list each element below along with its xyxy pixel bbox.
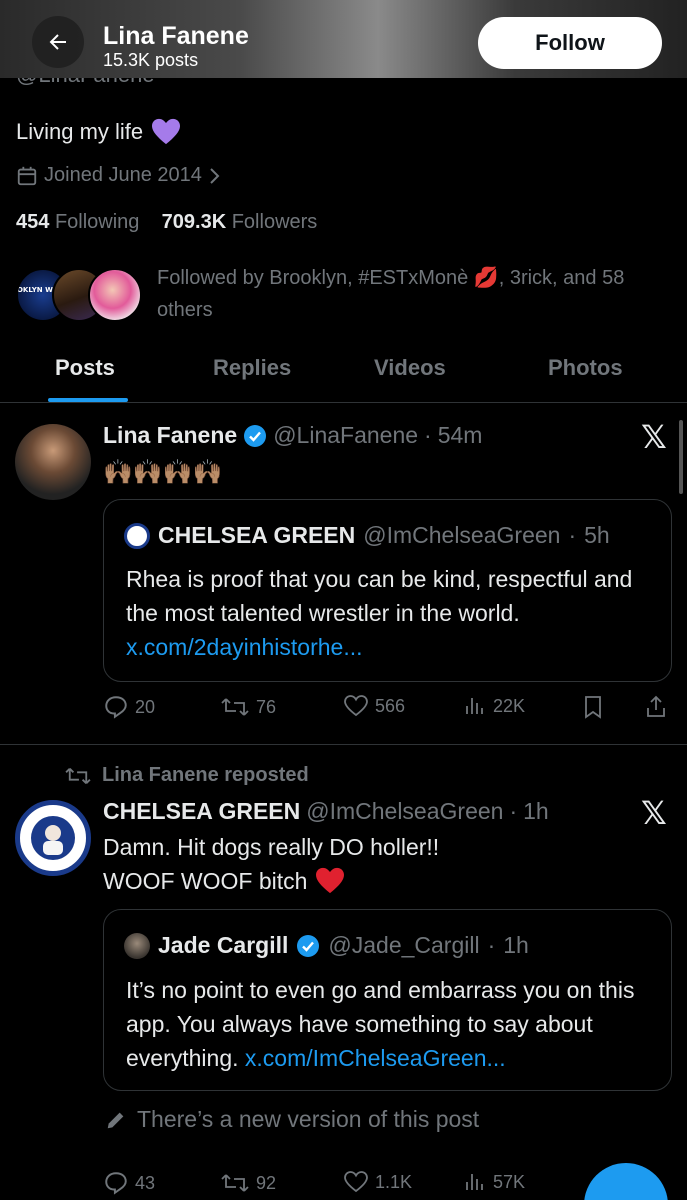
- chevron-right-icon[interactable]: [208, 166, 222, 186]
- header-posts-count: 15.3K posts: [103, 50, 199, 70]
- profile-bio: Living my life: [16, 118, 181, 146]
- followers-stat[interactable]: 709.3K Followers: [162, 211, 318, 233]
- quote-link[interactable]: x.com/ImChelseaGreen...: [245, 1045, 506, 1071]
- back-button[interactable]: [32, 16, 84, 68]
- quote-link[interactable]: x.com/2dayinhistorhe...: [126, 634, 363, 660]
- red-heart-emoji: [316, 867, 345, 894]
- post-time[interactable]: 54m: [438, 422, 483, 449]
- verified-badge-icon: [244, 424, 267, 447]
- active-tab-indicator: [48, 398, 128, 402]
- quote-header: Jade Cargill @Jade_Cargill · 1h: [124, 932, 529, 959]
- quote-text: Rhea is proof that you can be kind, resp…: [126, 566, 633, 626]
- followed-by-text[interactable]: Followed by Brooklyn, #ESTxMonè 💋, 3rick…: [157, 262, 677, 326]
- post-text: Damn. Hit dogs really DO holler!! WOOF W…: [103, 830, 439, 898]
- tab-replies[interactable]: Replies: [213, 355, 291, 381]
- follow-button[interactable]: Follow: [478, 17, 662, 69]
- share-button[interactable]: [644, 694, 668, 720]
- repost-icon: [221, 1174, 249, 1192]
- scrollbar[interactable]: [679, 420, 683, 494]
- like-icon: [344, 1171, 368, 1193]
- x-logo-icon: 𝕏: [641, 794, 667, 832]
- avatar[interactable]: [15, 424, 91, 500]
- following-stat[interactable]: 454 Following: [16, 211, 139, 233]
- x-logo-icon: 𝕏: [641, 418, 667, 456]
- back-arrow-icon: [49, 34, 66, 50]
- profile-tabs: Posts Replies Videos Photos: [0, 345, 687, 403]
- reposted-by-text: Lina Fanene reposted: [102, 764, 309, 786]
- reply-button[interactable]: 43: [103, 1170, 155, 1196]
- jade-avatar-small: [124, 932, 150, 959]
- quoted-post[interactable]: CHELSEA GREEN @ImChelseaGreen · 5h Rhea …: [103, 499, 672, 682]
- reply-icon: [105, 1172, 127, 1195]
- reply-button[interactable]: 20: [103, 694, 155, 720]
- chelsea-avatar-small: [124, 522, 150, 549]
- tab-photos[interactable]: Photos: [548, 355, 623, 381]
- like-icon: [344, 695, 368, 717]
- views-button[interactable]: 22K: [463, 694, 525, 718]
- joined-text: Joined June 2014: [44, 164, 202, 186]
- followed-by-avatars[interactable]: BROOKLYN WRESTLIN: [16, 268, 142, 322]
- author-handle[interactable]: @ImChelseaGreen: [306, 798, 503, 825]
- new-version-text: There’s a new version of this post: [137, 1106, 480, 1132]
- like-button[interactable]: 566: [343, 694, 405, 718]
- post-header: CHELSEA GREEN @ImChelseaGreen · 1h: [103, 798, 549, 825]
- quote-time: 5h: [584, 522, 610, 548]
- views-icon: [466, 1174, 483, 1190]
- author-name[interactable]: CHELSEA GREEN: [103, 798, 300, 825]
- header-profile-name: Lina Fanene: [103, 22, 249, 50]
- tab-videos[interactable]: Videos: [374, 355, 446, 381]
- new-version-notice[interactable]: There’s a new version of this post: [105, 1106, 479, 1133]
- joined-date-row: Joined June 2014: [16, 164, 222, 187]
- repost-icon: [65, 767, 91, 784]
- quoted-post[interactable]: Jade Cargill @Jade_Cargill · 1h It’s no …: [103, 909, 672, 1091]
- quote-author-name: CHELSEA GREEN: [158, 522, 356, 548]
- views-button[interactable]: 57K: [463, 1170, 525, 1194]
- avatar-3rick: [88, 268, 142, 322]
- views-icon: [466, 698, 483, 714]
- repost-indicator[interactable]: Lina Fanene reposted: [64, 764, 309, 787]
- follow-stats: 454 Following 709.3K Followers: [16, 211, 317, 234]
- compose-post-button[interactable]: [584, 1163, 668, 1200]
- pencil-icon: [107, 1112, 124, 1128]
- quote-author-handle: @ImChelseaGreen: [363, 522, 561, 548]
- quote-header: CHELSEA GREEN @ImChelseaGreen · 5h: [124, 522, 610, 549]
- quote-body: It’s no point to even go and embarrass y…: [126, 973, 656, 1075]
- post-time[interactable]: 1h: [523, 798, 549, 825]
- chelsea-green-logo: [31, 816, 75, 860]
- like-button[interactable]: 1.1K: [343, 1170, 412, 1194]
- quote-time: 1h: [503, 932, 529, 958]
- author-name[interactable]: Lina Fanene: [103, 422, 237, 449]
- quote-body: Rhea is proof that you can be kind, resp…: [126, 562, 656, 664]
- repost-icon: [221, 698, 249, 716]
- reply-icon: [105, 696, 127, 719]
- post-text: 🙌🏽🙌🏽🙌🏽🙌🏽: [103, 459, 223, 486]
- post-text-line-2: WOOF WOOF bitch: [103, 868, 308, 894]
- bookmark-icon: [585, 696, 601, 719]
- calendar-icon: [17, 166, 37, 185]
- bookmark-button[interactable]: [581, 694, 605, 720]
- quote-author-name: Jade Cargill: [158, 932, 289, 958]
- purple-heart-emoji: [152, 118, 181, 145]
- post-header: Lina Fanene @LinaFanene · 54m: [103, 422, 483, 449]
- quote-author-handle: @Jade_Cargill: [328, 932, 480, 958]
- repost-button[interactable]: 92: [220, 1170, 276, 1196]
- post-text-line-1: Damn. Hit dogs really DO holler!!: [103, 834, 440, 860]
- tab-posts[interactable]: Posts: [55, 355, 115, 381]
- post-actions: 20 76 566 22K: [103, 694, 673, 724]
- repost-button[interactable]: 76: [220, 694, 276, 720]
- share-icon: [647, 695, 665, 717]
- author-handle[interactable]: @LinaFanene: [273, 422, 418, 449]
- avatar[interactable]: [15, 800, 91, 876]
- post-divider: [0, 744, 687, 745]
- verified-badge-icon: [297, 934, 320, 957]
- bio-text: Living my life: [16, 119, 144, 144]
